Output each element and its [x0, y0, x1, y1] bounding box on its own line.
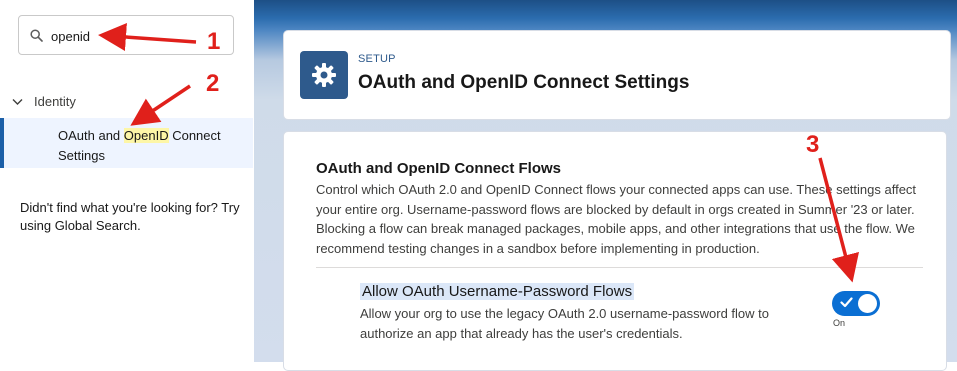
- check-icon: [840, 297, 853, 308]
- breadcrumb: SETUP: [358, 53, 396, 65]
- tree-item-oauth-openid-settings[interactable]: OAuth and OpenID Connect Settings: [0, 118, 253, 168]
- toggle-state-label: On: [833, 318, 846, 328]
- section-title: OAuth and OpenID Connect Flows: [316, 160, 561, 177]
- search-match-highlight: OpenID: [123, 128, 169, 143]
- quick-find-search[interactable]: openid: [18, 15, 234, 55]
- username-password-flow-toggle[interactable]: [832, 291, 880, 316]
- global-search-hint: Didn't find what you're looking for? Try…: [20, 200, 240, 233]
- annotation-number-3: 3: [806, 131, 820, 158]
- section-description: Control which OAuth 2.0 and OpenID Conne…: [316, 182, 917, 256]
- tree-item-label: OAuth and OpenID Connect Settings: [58, 126, 248, 166]
- settings-card: OAuth and OpenID Connect Flows Control w…: [283, 131, 947, 371]
- toggle-knob: [858, 294, 877, 313]
- page-title: OAuth and OpenID Connect Settings: [358, 72, 690, 93]
- search-input[interactable]: openid: [51, 29, 90, 44]
- setting-title: Allow OAuth Username-Password Flows: [360, 283, 635, 300]
- search-icon: [30, 29, 43, 42]
- chevron-down-icon: [12, 94, 26, 109]
- annotation-number-2: 2: [206, 70, 220, 97]
- divider: [316, 267, 923, 268]
- setting-description: Allow your org to use the legacy OAuth 2…: [360, 306, 769, 341]
- tree-section-label: Identity: [34, 94, 76, 109]
- tree-item-label-part: OAuth and: [58, 128, 124, 143]
- page-header: SETUP OAuth and OpenID Connect Settings: [283, 30, 951, 120]
- tree-section-identity[interactable]: Identity: [12, 94, 76, 109]
- main-content: SETUP OAuth and OpenID Connect Settings …: [254, 0, 957, 371]
- gear-icon: [300, 51, 348, 99]
- annotation-number-1: 1: [207, 28, 221, 55]
